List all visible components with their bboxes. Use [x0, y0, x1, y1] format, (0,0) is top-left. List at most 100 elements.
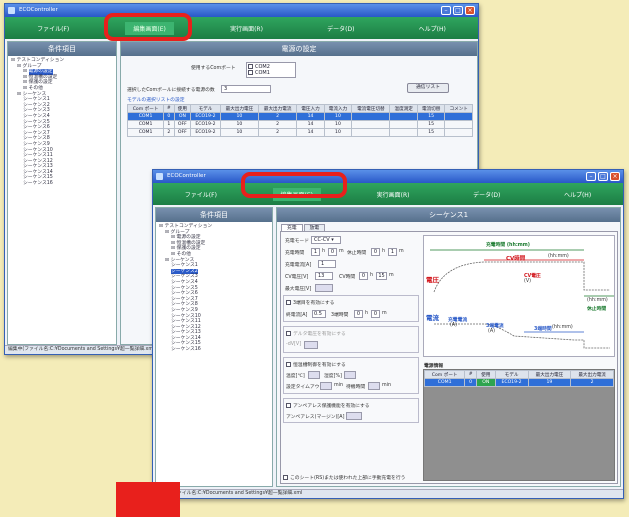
timeout-input[interactable]	[320, 382, 332, 390]
close-button[interactable]: ×	[610, 172, 620, 181]
table-row[interactable]: COM1 2 OFF ECO19-2 10 2 14 10 15	[126, 128, 473, 137]
table-cell[interactable]: OFF	[173, 128, 192, 137]
charge-time-min[interactable]: 0	[328, 248, 337, 256]
menu-file[interactable]: ファイル(F)	[29, 22, 77, 35]
wait-input[interactable]	[368, 382, 380, 390]
supply-count-select[interactable]: 3	[221, 85, 271, 93]
table-cell[interactable]: 2	[163, 128, 175, 137]
table-cell[interactable]: 0	[163, 112, 175, 121]
menu-run[interactable]: 実行画面(R)	[222, 22, 271, 35]
table-cell[interactable]	[444, 112, 473, 121]
close-button[interactable]: ×	[465, 6, 475, 15]
table-cell[interactable]: 2	[570, 378, 614, 387]
table-cell[interactable]: 10	[219, 112, 260, 121]
menu-data[interactable]: データ(D)	[319, 22, 362, 35]
table-cell[interactable]: COM1	[126, 112, 165, 121]
temp-input[interactable]	[308, 371, 320, 379]
table-row[interactable]: COM1 0 ON ECO19-2 19 2	[423, 378, 614, 387]
minimize-button[interactable]: –	[586, 172, 596, 181]
table-cell[interactable]: ON	[173, 112, 192, 121]
tree-item[interactable]: シーケンス16	[11, 181, 113, 187]
table-cell[interactable]	[444, 128, 473, 137]
cv-time-hour[interactable]: 0	[359, 272, 368, 280]
table-cell[interactable]: COM1	[126, 128, 165, 137]
charge-current-input[interactable]: 1	[318, 260, 336, 268]
menu-help[interactable]: ヘルプ(H)	[556, 188, 599, 201]
table-cell[interactable]: COM1	[126, 120, 165, 129]
table-cell[interactable]: ECO19-2	[190, 128, 221, 137]
cv-voltage-input[interactable]: 13	[315, 272, 333, 280]
rest-time-hour[interactable]: 0	[371, 248, 380, 256]
temp-checkbox[interactable]	[286, 362, 291, 367]
table-cell[interactable]: ECO19-2	[190, 120, 221, 129]
menu-run[interactable]: 実行画面(R)	[369, 188, 418, 201]
table-cell[interactable]: OFF	[173, 120, 192, 129]
charge-time-hour[interactable]: 1	[311, 248, 320, 256]
table-cell[interactable]	[351, 112, 391, 121]
table-cell[interactable]: 19	[527, 378, 572, 387]
table-cell[interactable]: COM1	[423, 378, 466, 387]
delta-input[interactable]	[304, 341, 318, 349]
table-row[interactable]: COM1 1 OFF ECO19-2 10 2 14 10 15	[126, 120, 473, 129]
end-time-hour[interactable]: 0	[354, 310, 363, 318]
delta-checkbox[interactable]	[286, 331, 291, 336]
cv-time-caption: CV時間	[506, 256, 526, 262]
tree-item[interactable]: シーケンス16	[159, 347, 269, 353]
table-cell[interactable]: 15	[416, 112, 446, 121]
rest-time-min[interactable]: 1	[388, 248, 397, 256]
table-cell[interactable]: 15	[416, 120, 446, 129]
table-cell[interactable]	[389, 112, 418, 121]
supply-count-value: 3	[224, 86, 228, 92]
table-cell[interactable]: 14	[296, 120, 325, 129]
tree-item-label: シーケンス3	[171, 274, 198, 280]
minimize-button[interactable]: –	[441, 6, 451, 15]
manual-charge-checkbox[interactable]	[283, 475, 288, 480]
table-cell[interactable]: 10	[323, 128, 353, 137]
com1-checkbox[interactable]	[248, 70, 253, 75]
table-cell[interactable]: 15	[416, 128, 446, 137]
humid-input[interactable]	[344, 371, 356, 379]
cv-time-min[interactable]: 15	[376, 272, 387, 280]
charge-mode-select[interactable]: CC-CV ▾	[311, 236, 341, 244]
table-cell[interactable]	[351, 128, 391, 137]
max-voltage-input[interactable]	[315, 284, 333, 292]
end-current-input[interactable]: 0.5	[312, 310, 326, 318]
table-row[interactable]: COM1 0 ON ECO19-2 10 2 14 10 15	[126, 112, 473, 121]
table-cell[interactable]	[351, 120, 391, 129]
table-cell[interactable]: 2	[258, 128, 298, 137]
tree-item-label: テストコンディション	[16, 58, 65, 63]
comm-list-button[interactable]: 通信リスト	[407, 83, 449, 93]
com2-checkbox[interactable]	[248, 64, 253, 69]
tab-content: 充電モード CC-CV ▾ 充電時間 1 h 0 m 休止時間 0 h 1 m …	[280, 231, 618, 484]
voltage-caption: 電圧	[426, 276, 439, 284]
table-cell[interactable]: 2	[258, 120, 298, 129]
com-port-list[interactable]: COM2 COM1	[246, 62, 296, 78]
amp-checkbox[interactable]	[286, 403, 291, 408]
table-cell[interactable]	[444, 120, 473, 129]
table-cell[interactable]: 1	[163, 120, 175, 129]
table-cell[interactable]	[389, 120, 418, 129]
table-cell[interactable]: 2	[258, 112, 298, 121]
menu-file[interactable]: ファイル(F)	[177, 188, 225, 201]
maximize-button[interactable]: □	[453, 6, 463, 15]
table-cell[interactable]	[389, 128, 418, 137]
table-cell[interactable]: 10	[323, 112, 353, 121]
menu-data[interactable]: データ(D)	[465, 188, 508, 201]
table-cell[interactable]: ECO19-2	[190, 112, 221, 121]
supply-table: Com ポート # 使用 モデル 最大出力電圧 最大出力電流 COM1 0 ON ECO19-2…	[423, 370, 614, 387]
amp-input[interactable]	[346, 412, 362, 420]
table-cell[interactable]: 10	[323, 120, 353, 129]
maximize-button[interactable]: □	[598, 172, 608, 181]
table-cell[interactable]: 10	[219, 120, 260, 129]
charge-current-label: 充電電流[A]	[285, 263, 312, 268]
end-time-min[interactable]: 0	[371, 310, 380, 318]
table-cell[interactable]: 10	[219, 128, 260, 137]
table-cell[interactable]: 14	[296, 112, 325, 121]
table-cell[interactable]: 0	[464, 378, 477, 387]
sequence-panel: シーケンス1 充電 放電 充電モード CC-CV ▾ 充電時間 1 h 0 m …	[276, 207, 621, 487]
table-cell[interactable]: ON	[475, 378, 496, 387]
table-cell[interactable]: 14	[296, 128, 325, 137]
end-current-checkbox[interactable]	[286, 300, 291, 305]
table-cell[interactable]: ECO19-2	[494, 378, 529, 387]
menu-help[interactable]: ヘルプ(H)	[411, 22, 454, 35]
